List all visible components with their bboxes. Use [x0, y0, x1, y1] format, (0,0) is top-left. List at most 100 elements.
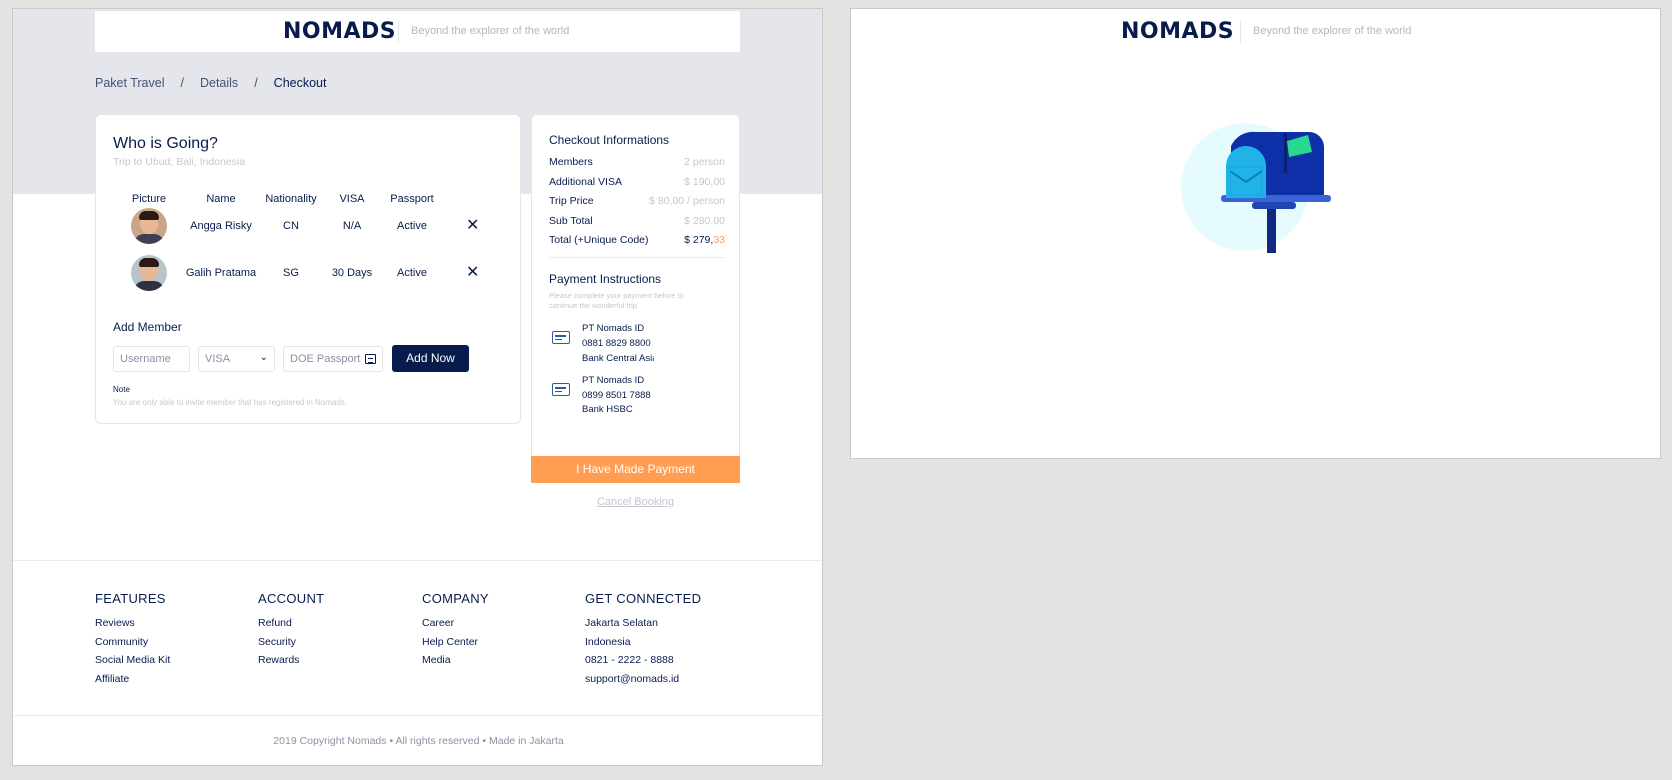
- footer-heading: FEATURES: [95, 591, 166, 606]
- mailbox-illustration: [1181, 123, 1331, 253]
- footer-link[interactable]: Rewards: [258, 654, 324, 667]
- info-label: Sub Total: [549, 215, 593, 227]
- footer-link[interactable]: Security: [258, 636, 324, 649]
- info-label: Additional VISA: [549, 176, 622, 188]
- info-label: Trip Price: [549, 195, 594, 207]
- nomads-logo[interactable]: NOMADS: [283, 19, 396, 44]
- member-avatar: [131, 255, 167, 291]
- note-title: Note: [113, 385, 130, 394]
- calendar-icon: [365, 354, 376, 364]
- info-row-total: Total (+Unique Code) $ 279,33: [549, 234, 725, 246]
- member-visa: N/A: [342, 220, 362, 232]
- footer-contact: 0821 - 2222 - 8888: [585, 654, 674, 666]
- member-passport-status: Active: [397, 220, 427, 232]
- footer-link[interactable]: Community: [95, 636, 170, 649]
- total-amount: $ 279,: [684, 234, 714, 246]
- footer-link[interactable]: Help Center: [422, 636, 489, 649]
- members-card: Who is Going? Trip to Ubud, Bali, Indone…: [95, 114, 521, 424]
- breadcrumb-item-paket-travel[interactable]: Paket Travel: [95, 76, 164, 90]
- info-label: Total (+Unique Code): [549, 234, 649, 246]
- info-row-additional-visa: Additional VISA $ 190,00: [549, 176, 725, 188]
- member-passport-status: Active: [397, 267, 427, 279]
- payment-instructions-text: Please complete your payment before to c…: [549, 291, 684, 310]
- bank-account-name: PT Nomads ID: [582, 375, 645, 386]
- credit-card-icon: [552, 331, 570, 344]
- info-value: 2 person: [684, 156, 725, 168]
- info-value: $ 280,00: [684, 215, 725, 227]
- breadcrumb-item-details[interactable]: Details: [200, 76, 238, 90]
- member-nationality: CN: [283, 220, 299, 232]
- copyright-text: 2019 Copyright Nomads • All rights reser…: [273, 735, 564, 747]
- footer-link[interactable]: Refund: [258, 617, 324, 630]
- footer-heading: COMPANY: [422, 591, 489, 606]
- breadcrumb-separator: /: [254, 76, 258, 90]
- members-title: Who is Going?: [113, 135, 218, 152]
- credit-card-icon: [552, 383, 570, 396]
- member-visa: 30 Days: [331, 267, 373, 279]
- divider: [549, 257, 725, 258]
- username-input[interactable]: Username: [113, 346, 190, 372]
- navbar-tagline: Beyond the explorer of the world: [1253, 25, 1412, 37]
- cancel-booking-link[interactable]: Cancel Booking: [531, 496, 740, 508]
- footer-contact[interactable]: support@nomads.id: [585, 673, 701, 686]
- close-icon[interactable]: ✕: [466, 265, 479, 281]
- footer-link[interactable]: Social Media Kit: [95, 654, 170, 667]
- add-now-button[interactable]: Add Now: [392, 345, 469, 372]
- checkout-info-title: Checkout Informations: [549, 133, 670, 147]
- doe-passport-placeholder: DOE Passport: [290, 353, 361, 365]
- column-header-picture: Picture: [131, 193, 167, 205]
- footer-link[interactable]: Media: [422, 654, 489, 667]
- member-name: Galih Pratama: [185, 267, 257, 279]
- nomads-logo[interactable]: NOMADS: [1121, 19, 1234, 44]
- add-member-label: Add Member: [113, 320, 182, 334]
- close-icon[interactable]: ✕: [466, 218, 479, 234]
- navbar-divider: [398, 21, 399, 43]
- breadcrumb: Paket Travel / Details / Checkout: [95, 76, 326, 90]
- navbar-divider: [1240, 21, 1241, 43]
- column-header-nationality: Nationality: [265, 193, 317, 205]
- bank-account-number: 0899 8501 7888: [582, 390, 651, 401]
- note-text: You are only able to invite member that …: [113, 398, 348, 407]
- member-avatar: [131, 208, 167, 244]
- column-header-visa: VISA: [339, 193, 365, 205]
- visa-select[interactable]: VISA ⌄: [198, 346, 275, 372]
- bank-name: Bank HSBC: [582, 404, 633, 415]
- footer-contact: Indonesia: [585, 635, 631, 648]
- footer-column-get-connected: GET CONNECTED Jakarta Selatan Indonesia …: [585, 591, 701, 691]
- total-value: $ 279,33: [684, 234, 725, 246]
- trip-subtitle: Trip to Ubud, Bali, Indonesia: [113, 156, 246, 168]
- bank-account-name: PT Nomads ID: [582, 323, 645, 334]
- footer-link[interactable]: Career: [422, 617, 489, 630]
- footer-heading: ACCOUNT: [258, 591, 325, 606]
- chevron-down-icon: ⌄: [259, 352, 268, 363]
- visa-select-value: VISA: [205, 353, 231, 365]
- footer-divider: [13, 560, 822, 561]
- checkout-info-card: Checkout Informations Members 2 person A…: [531, 114, 740, 474]
- footer-link[interactable]: Affiliate: [95, 673, 170, 686]
- footer-column-account: ACCOUNT Refund Security Rewards: [258, 591, 324, 673]
- checkout-page-frame: NOMADS Beyond the explorer of the world …: [12, 8, 823, 766]
- info-value: $ 80,00 / person: [649, 195, 725, 207]
- member-nationality: SG: [283, 267, 299, 279]
- footer-column-features: FEATURES Reviews Community Social Media …: [95, 591, 170, 691]
- member-name: Angga Risky: [190, 220, 252, 232]
- info-row-trip-price: Trip Price $ 80,00 / person: [549, 195, 725, 207]
- info-value: $ 190,00: [684, 176, 725, 188]
- doe-passport-input[interactable]: DOE Passport: [283, 346, 383, 372]
- breadcrumb-item-checkout: Checkout: [273, 76, 327, 90]
- payment-instructions-title: Payment Instructions: [549, 272, 662, 286]
- navbar-tagline: Beyond the explorer of the world: [411, 25, 570, 37]
- info-row-sub-total: Sub Total $ 280,00: [549, 215, 725, 227]
- payment-confirm-button[interactable]: I Have Made Payment: [531, 456, 740, 483]
- bank-account-number: 0881 8829 8800: [582, 338, 651, 349]
- footer-divider: [13, 715, 822, 716]
- bank-name: Bank Central Asia: [582, 353, 654, 364]
- navbar: NOMADS Beyond the explorer of the world: [95, 11, 740, 52]
- column-header-name: Name: [206, 193, 236, 205]
- success-page-frame: NOMADS Beyond the explorer of the world: [850, 8, 1661, 459]
- footer-link[interactable]: Reviews: [95, 617, 170, 630]
- footer-heading: GET CONNECTED: [585, 591, 702, 606]
- breadcrumb-separator: /: [180, 76, 184, 90]
- unique-code: 33: [713, 234, 725, 246]
- username-placeholder: Username: [120, 353, 171, 365]
